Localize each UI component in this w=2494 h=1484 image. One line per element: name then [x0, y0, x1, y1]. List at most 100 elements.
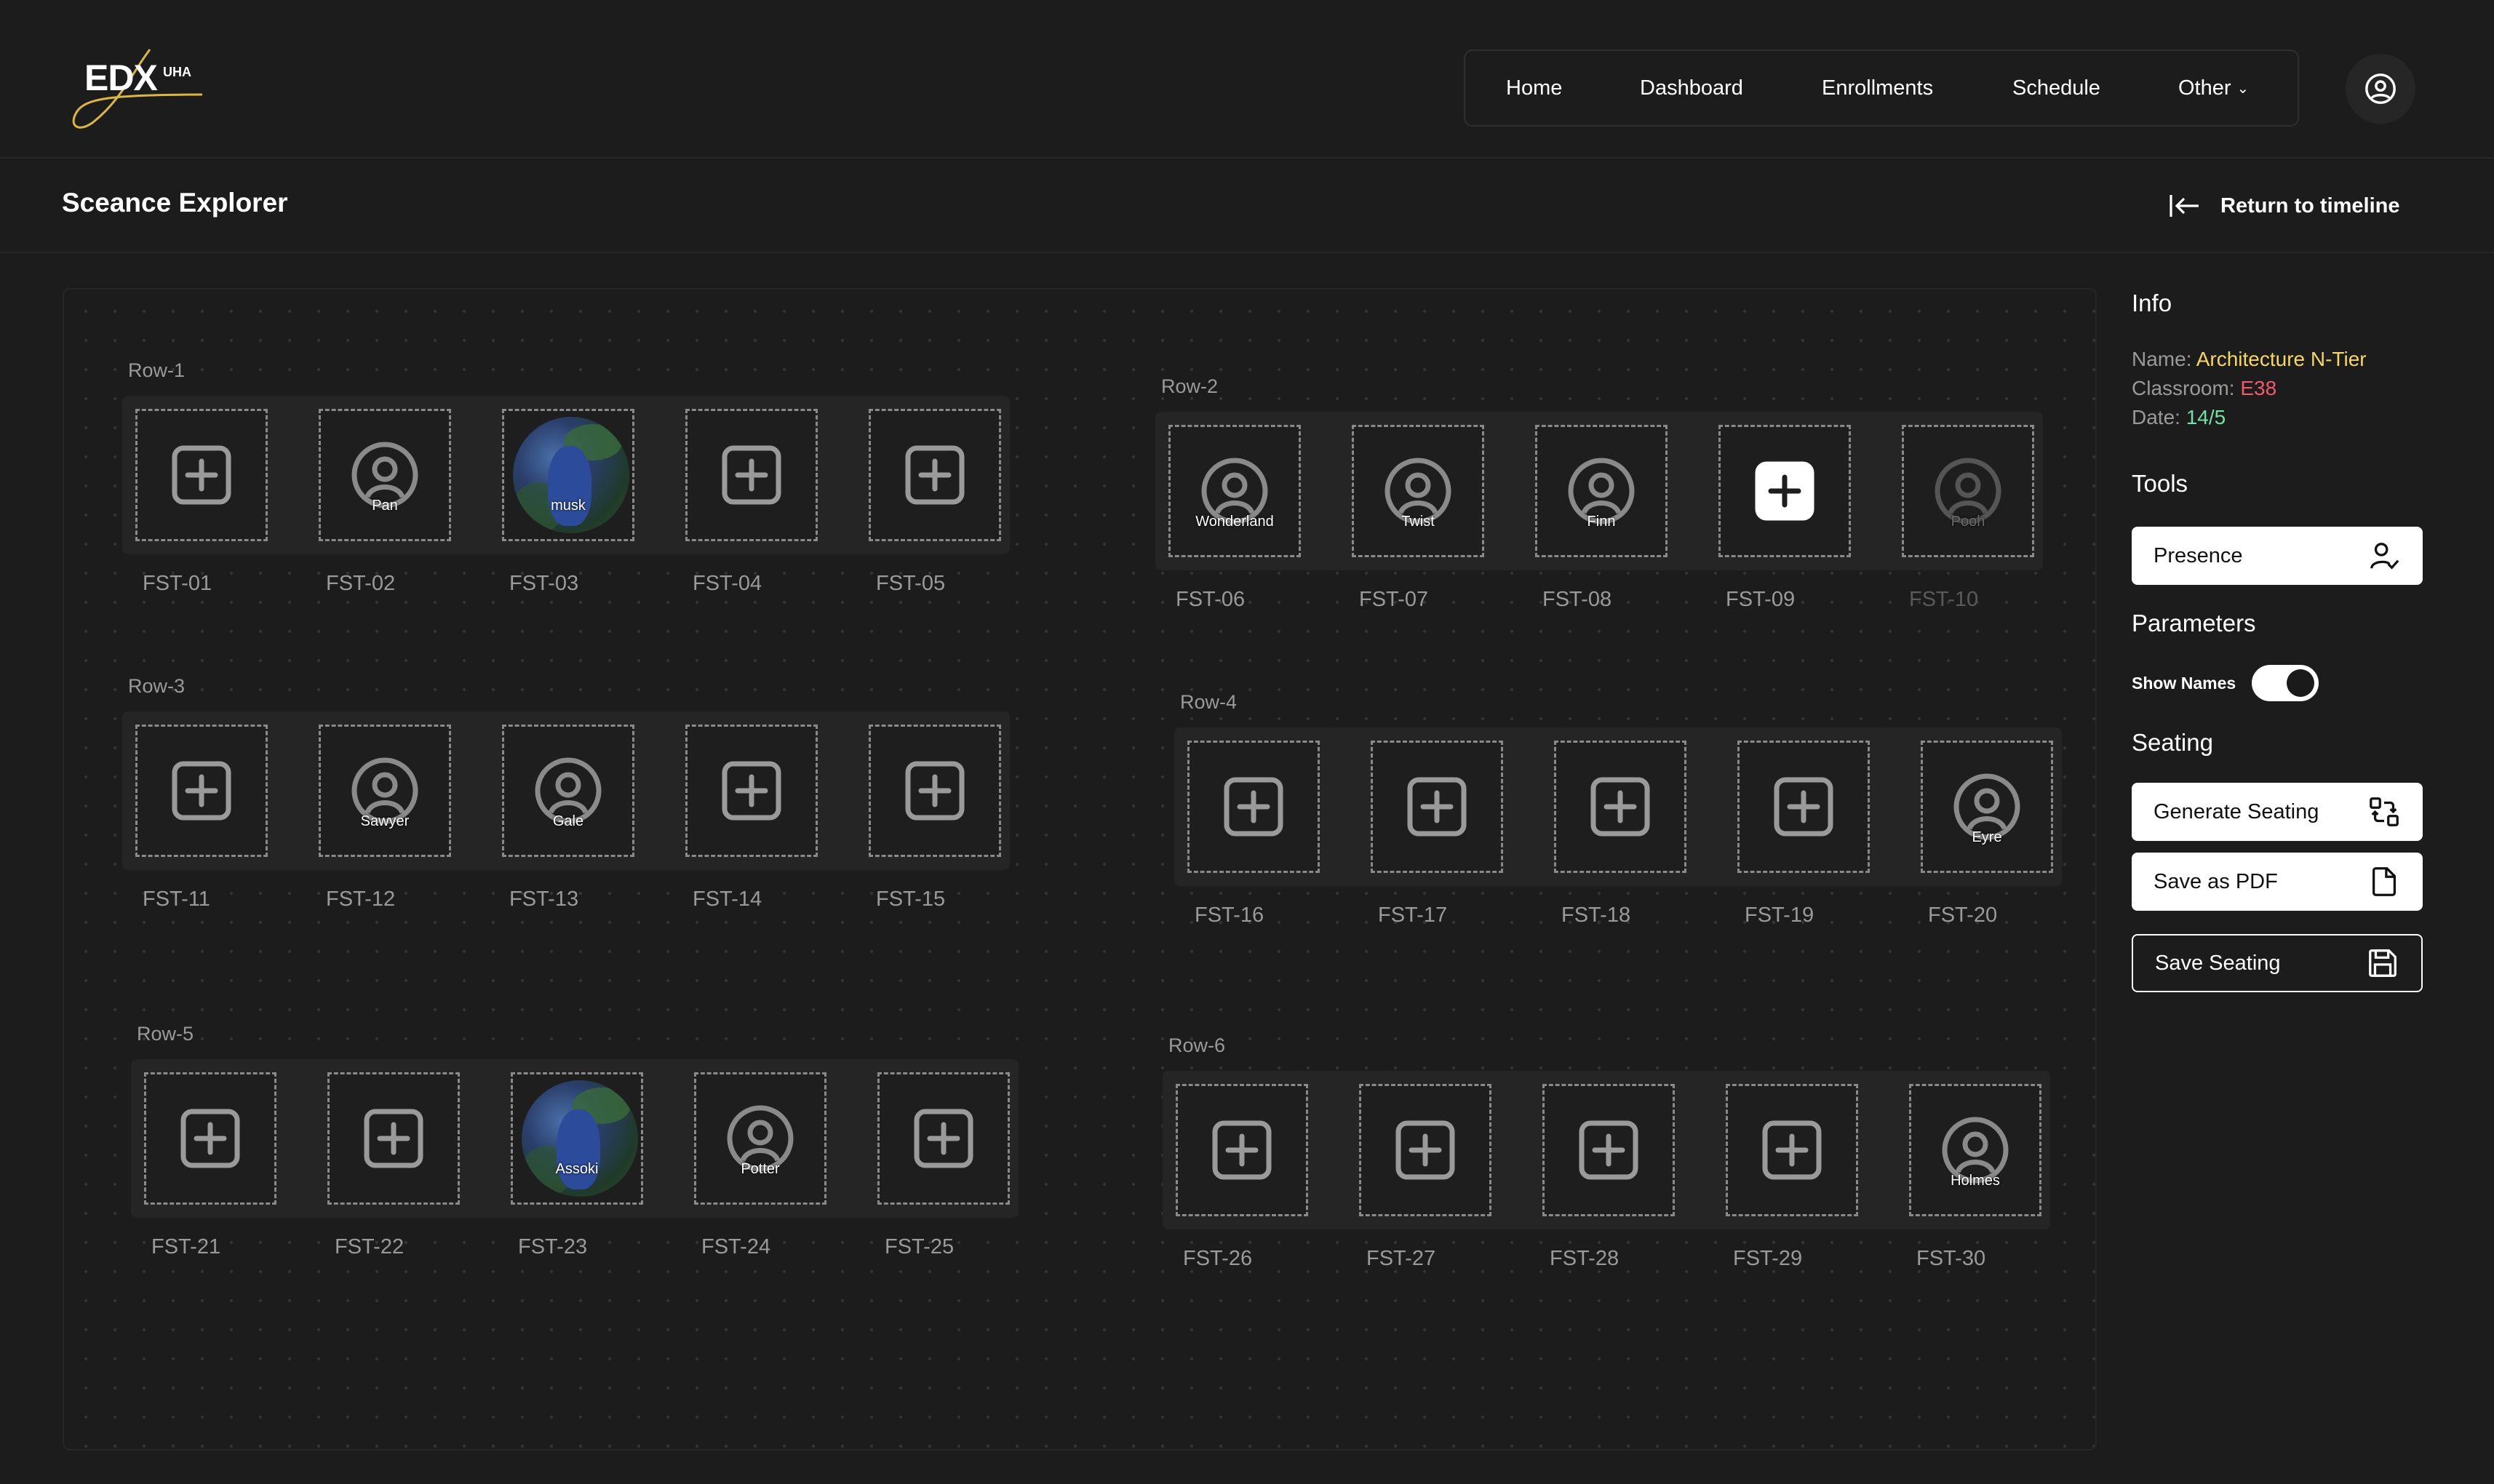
save-seating-button[interactable]: Save Seating	[2132, 934, 2423, 992]
plus-square-icon	[871, 727, 999, 855]
show-names-row: Show Names	[2132, 665, 2319, 701]
return-label: Return to timeline	[2220, 194, 2400, 218]
seat-fst-06[interactable]: Wonderland	[1168, 425, 1301, 557]
return-to-timeline-link[interactable]: Return to timeline	[2168, 188, 2400, 224]
seat-fst-04[interactable]	[685, 409, 818, 541]
info-date-value: 14/5	[2186, 406, 2226, 428]
seating-heading: Seating	[2132, 729, 2213, 756]
seat-fst-07[interactable]: Twist	[1352, 425, 1484, 557]
info-date-label: Date:	[2132, 406, 2180, 428]
plus-square-icon	[330, 1074, 458, 1202]
seat-fst-27[interactable]	[1359, 1084, 1491, 1216]
user-circle-icon	[504, 727, 632, 855]
seat-fst-16[interactable]	[1187, 741, 1320, 873]
user-circle-icon	[321, 727, 449, 855]
seat-fst-20[interactable]: Eyre	[1921, 741, 2053, 873]
save-seating-label: Save Seating	[2155, 951, 2281, 975]
tools-heading: Tools	[2132, 470, 2188, 497]
seat-code: FST-27	[1366, 1247, 1436, 1270]
seat-code: FST-14	[693, 887, 762, 911]
seat-fst-28[interactable]	[1542, 1084, 1675, 1216]
toggle-knob	[2287, 669, 2315, 697]
user-check-icon	[2370, 543, 2399, 570]
seat-fst-24[interactable]: Potter	[694, 1072, 826, 1205]
nav-schedule[interactable]: Schedule	[2012, 51, 2100, 125]
user-circle-icon	[1171, 427, 1299, 555]
profile-button[interactable]	[2346, 54, 2415, 124]
seat-code: FST-11	[143, 887, 210, 911]
seat-fst-03[interactable]: musk	[502, 409, 634, 541]
seat-student-name: Pooh	[1951, 514, 1985, 530]
user-circle-icon	[1911, 1086, 2039, 1214]
file-icon	[2372, 867, 2397, 896]
seat-fst-22[interactable]	[327, 1072, 460, 1205]
seat-code: FST-15	[876, 887, 946, 911]
info-heading: Info	[2132, 290, 2172, 316]
seat-code: FST-04	[693, 572, 762, 595]
save-as-pdf-button[interactable]: Save as PDF	[2132, 853, 2423, 911]
plus-square-icon	[1545, 1086, 1673, 1214]
seat-fst-05[interactable]	[869, 409, 1001, 541]
row-panel: Sawyer Gale	[122, 711, 1010, 870]
seat-code: FST-29	[1733, 1247, 1803, 1270]
row-panel: Eyre	[1174, 727, 2062, 886]
user-circle-icon	[1354, 427, 1482, 555]
plus-square-icon	[146, 1074, 274, 1202]
seat-fst-25[interactable]	[877, 1072, 1010, 1205]
seat-fst-13[interactable]: Gale	[502, 725, 634, 857]
seat-fst-23[interactable]: Assoki	[511, 1072, 643, 1205]
seat-student-name: Gale	[552, 813, 584, 829]
seat-code: FST-13	[509, 887, 579, 911]
seat-fst-09[interactable]	[1718, 425, 1851, 557]
presence-button[interactable]: Presence	[2132, 527, 2423, 585]
logo-subtext: UHA	[163, 65, 191, 79]
chevron-down-icon: ⌄	[2236, 81, 2250, 97]
nav-other[interactable]: Other ⌄	[2178, 51, 2249, 125]
shuffle-squares-icon	[2370, 797, 2399, 826]
seat-fst-15[interactable]	[869, 725, 1001, 857]
seat-fst-26[interactable]	[1176, 1084, 1308, 1216]
info-name: Name: Architecture N-Tier	[2132, 348, 2367, 371]
plus-square-icon	[688, 727, 816, 855]
top-navbar: EDX UHA Home Dashboard Enrollments Sched…	[0, 0, 2494, 159]
seat-code: FST-21	[151, 1235, 221, 1258]
floppy-disk-icon	[2369, 949, 2397, 977]
seat-fst-19[interactable]	[1737, 741, 1870, 873]
seat-fst-14[interactable]	[685, 725, 818, 857]
row-label: Row-3	[128, 675, 186, 697]
plus-square-icon	[871, 411, 999, 539]
info-classroom-label: Classroom:	[2132, 377, 2235, 399]
seat-code: FST-22	[335, 1235, 405, 1258]
show-names-toggle[interactable]	[2252, 665, 2319, 701]
parameters-heading: Parameters	[2132, 610, 2256, 637]
seat-fst-11[interactable]	[135, 725, 268, 857]
seat-code: FST-12	[326, 887, 396, 911]
save-as-pdf-label: Save as PDF	[2154, 869, 2278, 893]
main-nav: Home Dashboard Enrollments Schedule Othe…	[1464, 49, 2299, 127]
row-label: Row-1	[128, 359, 186, 381]
seat-fst-21[interactable]	[144, 1072, 276, 1205]
info-classroom-value: E38	[2240, 377, 2277, 399]
seat-fst-12[interactable]: Sawyer	[319, 725, 451, 857]
seat-fst-08[interactable]: Finn	[1535, 425, 1668, 557]
seat-code: FST-18	[1561, 903, 1631, 927]
seat-fst-17[interactable]	[1371, 741, 1503, 873]
nav-home[interactable]: Home	[1506, 51, 1562, 125]
seat-code: FST-26	[1183, 1247, 1253, 1270]
seat-fst-10[interactable]: Pooh	[1902, 425, 2034, 557]
seat-fst-01[interactable]	[135, 409, 268, 541]
seat-fst-02[interactable]: Pan	[319, 409, 451, 541]
seat-fst-29[interactable]	[1726, 1084, 1858, 1216]
avatar	[513, 417, 629, 533]
user-circle-icon	[321, 411, 449, 539]
seat-fst-30[interactable]: Holmes	[1909, 1084, 2041, 1216]
nav-dashboard[interactable]: Dashboard	[1640, 51, 1743, 125]
plus-square-icon	[138, 727, 266, 855]
nav-enrollments[interactable]: Enrollments	[1822, 51, 1933, 125]
seat-fst-18[interactable]	[1554, 741, 1686, 873]
generate-seating-button[interactable]: Generate Seating	[2132, 783, 2423, 841]
info-name-label: Name:	[2132, 348, 2192, 370]
plus-square-icon	[880, 1074, 1008, 1202]
plus-square-icon	[1361, 1086, 1489, 1214]
brand-logo[interactable]: EDX UHA	[64, 42, 210, 137]
